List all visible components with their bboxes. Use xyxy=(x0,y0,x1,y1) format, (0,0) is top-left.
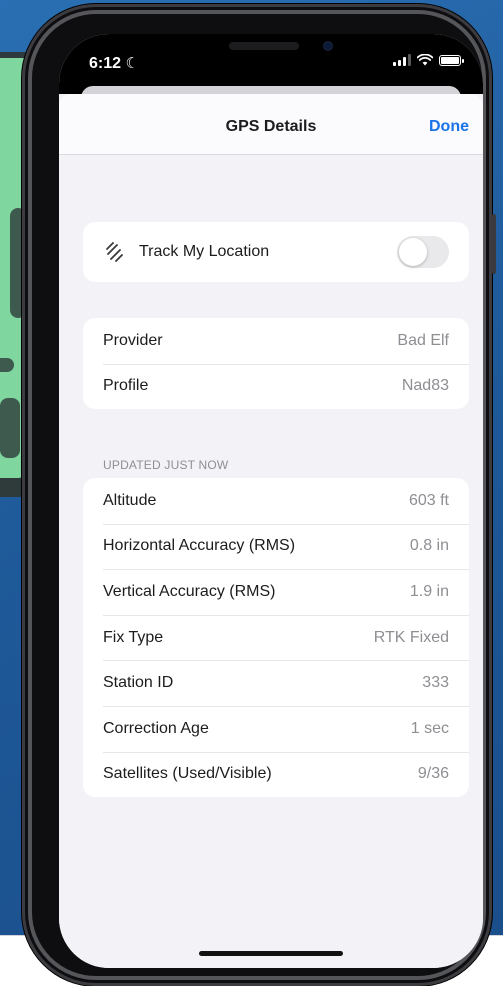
row-value: 333 xyxy=(422,674,449,692)
side-button xyxy=(492,214,496,274)
status-bar: 6:12 ☾ xyxy=(59,34,483,94)
fix-type-row: Fix Type RTK Fixed xyxy=(83,614,469,661)
row-value: 0.8 in xyxy=(409,537,449,555)
provider-row[interactable]: Provider Bad Elf xyxy=(83,318,469,364)
row-value: RTK Fixed xyxy=(373,628,449,646)
horizontal-accuracy-row: Horizontal Accuracy (RMS) 0.8 in xyxy=(83,523,469,570)
track-location-toggle[interactable] xyxy=(397,236,449,268)
gps-details-sheet: GPS Details Done Track My Location Provi… xyxy=(59,94,483,968)
source-group: Provider Bad Elf Profile Nad83 xyxy=(83,318,469,410)
satellites-row: Satellites (Used/Visible) 9/36 xyxy=(83,751,469,798)
location-track-icon xyxy=(106,242,123,262)
row-label: Correction Age xyxy=(103,719,209,737)
row-label: Vertical Accuracy (RMS) xyxy=(103,582,276,600)
done-button[interactable]: Done xyxy=(429,118,469,136)
navigation-bar: GPS Details Done xyxy=(59,94,483,155)
cellular-signal-icon xyxy=(393,54,411,66)
speaker-grille xyxy=(229,42,299,50)
row-value: 9/36 xyxy=(417,765,449,783)
row-label: Station ID xyxy=(103,674,174,692)
phone-screen: 6:12 ☾ GPS Details Done Track My Locatio… xyxy=(59,34,483,968)
toggle-knob xyxy=(399,238,427,266)
home-indicator[interactable] xyxy=(199,951,343,956)
wifi-icon xyxy=(417,54,433,66)
battery-icon xyxy=(439,54,464,66)
vertical-accuracy-row: Vertical Accuracy (RMS) 1.9 in xyxy=(83,569,469,615)
gps-details-group: Altitude 603 ft Horizontal Accuracy (RMS… xyxy=(83,478,469,798)
section-header: UPDATED JUST NOW xyxy=(103,458,229,472)
row-label: Satellites (Used/Visible) xyxy=(103,765,272,783)
correction-age-row: Correction Age 1 sec xyxy=(83,705,469,752)
altitude-row: Altitude 603 ft xyxy=(83,478,469,524)
page-title: GPS Details xyxy=(225,118,317,135)
row-value: 1 sec xyxy=(410,719,449,737)
row-value: Bad Elf xyxy=(397,331,449,349)
row-label: Provider xyxy=(103,331,163,349)
camera-icon xyxy=(323,41,333,51)
station-id-row: Station ID 333 xyxy=(83,660,469,706)
row-value: 1.9 in xyxy=(409,582,449,600)
profile-row[interactable]: Profile Nad83 xyxy=(83,363,469,410)
moon-icon: ☾ xyxy=(125,55,139,72)
status-time: 6:12 ☾ xyxy=(89,55,139,72)
row-value: 603 ft xyxy=(408,491,449,509)
row-label: Profile xyxy=(103,377,149,395)
track-location-label: Track My Location xyxy=(139,243,270,260)
phone-frame: 6:12 ☾ GPS Details Done Track My Locatio… xyxy=(22,4,496,986)
track-location-group: Track My Location xyxy=(83,222,469,282)
row-label: Horizontal Accuracy (RMS) xyxy=(103,537,296,555)
track-location-row[interactable]: Track My Location xyxy=(83,222,469,282)
row-value: Nad83 xyxy=(401,377,449,395)
row-label: Fix Type xyxy=(103,628,164,646)
row-label: Altitude xyxy=(103,491,157,509)
